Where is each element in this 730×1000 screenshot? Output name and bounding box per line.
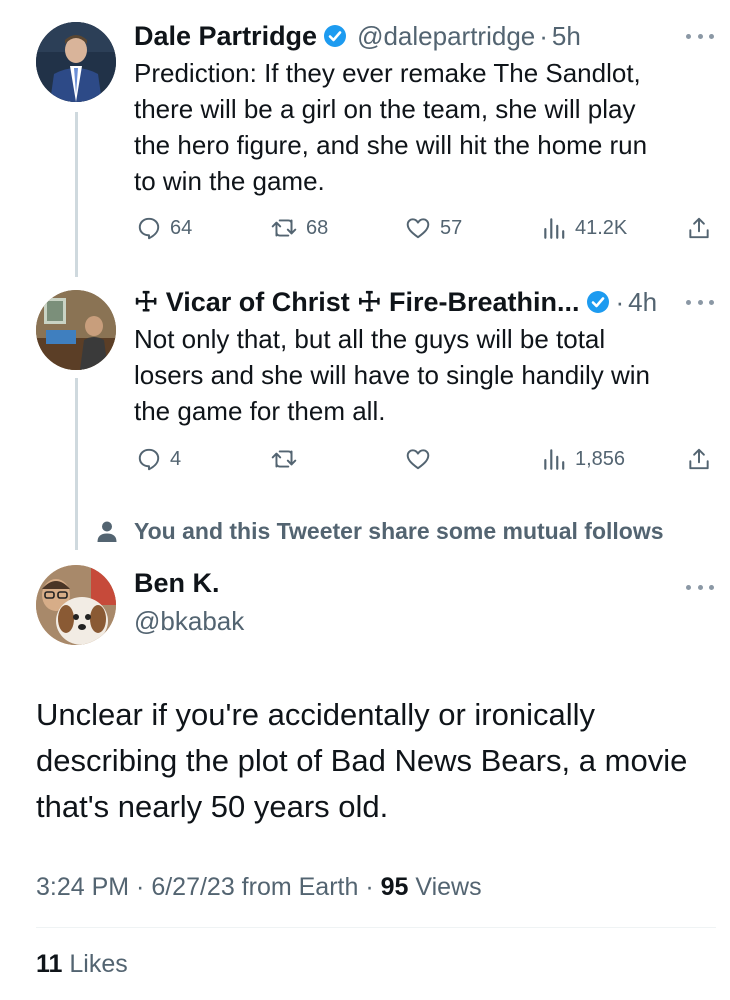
views-icon <box>544 449 565 470</box>
tweet-header: Dale Partridge @dalepartridge · 5h <box>134 18 581 54</box>
thread-line <box>75 378 78 550</box>
likes-summary[interactable]: 11 Likes <box>36 950 128 979</box>
tweet-text-line: losers and she will have to single handi… <box>134 360 650 390</box>
retweet-button[interactable]: 68 <box>270 215 328 241</box>
tweet-text-line: describing the plot of Bad News Bears, a… <box>36 743 688 778</box>
tweet-text-line: Prediction: If they ever remake The Sand… <box>134 58 641 88</box>
verified-badge-icon <box>324 25 347 47</box>
more-options-icon[interactable] <box>686 582 714 592</box>
tweet-text-line: the game for them all. <box>134 396 386 426</box>
author-name[interactable]: ☩ Vicar of Christ ☩ Fire-Breathin... <box>134 287 580 318</box>
tweet-text-line: Not only that, but all the guys will be … <box>134 324 606 354</box>
tweet-text-line: to win the game. <box>134 166 325 196</box>
tweet-text-line: Unclear if you're accidentally or ironic… <box>36 697 595 732</box>
tweet-time[interactable]: 5h <box>552 21 581 52</box>
author-handle[interactable]: @bkabak <box>134 606 244 637</box>
share-icon <box>689 448 709 470</box>
share-button[interactable] <box>686 446 712 472</box>
like-button[interactable] <box>404 446 432 472</box>
tweet-text-line: the hero figure, and she will hit the ho… <box>134 130 648 160</box>
tweet-header: ☩ Vicar of Christ ☩ Fire-Breathin... · 4… <box>134 284 657 320</box>
reply-count: 4 <box>170 447 182 470</box>
author-name[interactable]: Ben K. <box>134 568 220 599</box>
share-icon <box>689 217 709 239</box>
verified-badge-icon <box>586 291 609 313</box>
avatar[interactable] <box>36 565 116 645</box>
likes-label: Likes <box>62 950 128 978</box>
like-count: 57 <box>440 216 463 239</box>
heart-icon <box>406 449 430 470</box>
tweet-text: Not only that, but all the guys will be … <box>134 321 714 429</box>
retweet-count: 68 <box>306 216 329 239</box>
heart-icon <box>406 218 430 239</box>
tweet-text: Prediction: If they ever remake The Sand… <box>134 55 714 199</box>
author-name[interactable]: Dale Partridge <box>134 21 317 52</box>
tweet-text-line: that's nearly 50 years old. <box>36 789 389 824</box>
views-count: 95 <box>380 873 409 901</box>
more-options-icon[interactable] <box>686 297 714 307</box>
avatar[interactable] <box>36 290 116 370</box>
person-icon <box>97 521 117 542</box>
thread-line <box>75 112 78 277</box>
more-options-icon[interactable] <box>686 31 714 41</box>
views-count: 1,856 <box>575 447 626 470</box>
separator-dot: · <box>615 286 625 317</box>
mutual-follows-notice: You and this Tweeter share some mutual f… <box>96 518 664 545</box>
like-button[interactable]: 57 <box>404 215 462 241</box>
author-handle[interactable]: @dalepartridge <box>357 21 535 52</box>
separator-dot: · <box>539 20 548 51</box>
views-icon <box>544 218 565 239</box>
views-button[interactable]: 1,856 <box>541 446 625 472</box>
retweet-icon <box>271 219 297 237</box>
reply-icon <box>138 448 160 471</box>
reply-count: 64 <box>170 216 193 239</box>
views-count: 41.2K <box>575 216 628 239</box>
tweet-text-line: there will be a girl on the team, she wi… <box>134 94 636 124</box>
avatar[interactable] <box>36 22 116 102</box>
reply-button[interactable]: 64 <box>136 215 192 241</box>
retweet-button[interactable] <box>270 446 298 472</box>
likes-count: 11 <box>36 950 63 978</box>
tweet-metadata: 3:24 PM · 6/27/23 from Earth · 95 Views <box>36 873 482 902</box>
views-label: Views <box>408 873 482 901</box>
reply-icon <box>138 217 160 240</box>
views-button[interactable]: 41.2K <box>541 215 627 241</box>
tweet-timestamp[interactable]: 3:24 PM · 6/27/23 from Earth · <box>36 873 381 901</box>
mutual-follows-text: You and this Tweeter share some mutual f… <box>134 518 664 544</box>
main-tweet-text: Unclear if you're accidentally or ironic… <box>36 692 716 830</box>
reply-button[interactable]: 4 <box>136 446 181 472</box>
tweet-time[interactable]: 4h <box>628 287 657 318</box>
share-button[interactable] <box>686 215 712 241</box>
divider <box>36 927 716 928</box>
retweet-icon <box>271 450 297 468</box>
